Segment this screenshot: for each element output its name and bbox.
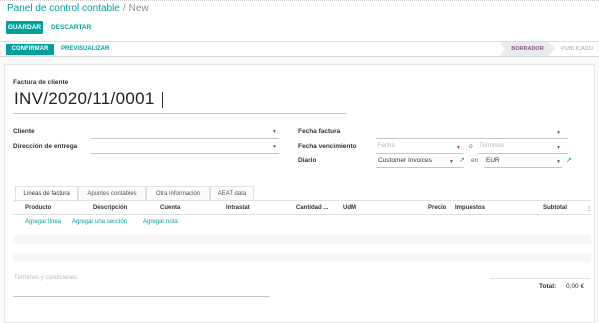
delivery-address-label: Dirección de entrega <box>13 143 78 150</box>
delivery-address-input[interactable] <box>91 153 279 154</box>
chevron-down-icon[interactable]: ▼ <box>449 159 454 165</box>
customer-input[interactable] <box>91 138 279 139</box>
breadcrumb-parent-link[interactable]: Panel de control contable <box>7 3 120 14</box>
control-panel: Panel de control contable / New GUARDAR DE… <box>0 0 599 41</box>
document-name-input[interactable]: INV/2020/11/0001 <box>14 89 155 109</box>
tabs-divider <box>13 200 591 201</box>
chevron-down-icon[interactable]: ▼ <box>272 144 277 150</box>
customer-label: Cliente <box>13 128 35 135</box>
due-date-underline <box>376 153 464 154</box>
document-type-label: Factura de cliente <box>13 79 69 86</box>
currency-select[interactable]: EUR <box>486 157 500 164</box>
chevron-down-icon[interactable]: ▼ <box>456 145 461 151</box>
tab-aeat-data[interactable]: AEAT data <box>210 186 254 201</box>
column-header-description[interactable]: Descripción <box>93 205 127 211</box>
or-text: o <box>469 143 473 150</box>
due-date-input[interactable]: Fecha <box>378 143 395 149</box>
due-date-label: Fecha vencimiento <box>298 143 357 150</box>
tab-other-info[interactable]: Otra información <box>146 186 210 201</box>
terms-conditions-input[interactable]: Términos y condiciones <box>14 275 77 281</box>
total-value: 0,00 € <box>566 283 585 290</box>
add-note-link[interactable]: Agregar nota <box>143 219 178 225</box>
invoice-date-input[interactable] <box>376 138 568 139</box>
text-cursor <box>162 92 163 108</box>
chevron-down-icon[interactable]: ▼ <box>556 159 561 165</box>
tab-journal-items[interactable]: Apuntes contables <box>78 186 146 201</box>
column-header-product[interactable]: Producto <box>25 205 51 211</box>
column-options-icon[interactable]: ⋮ <box>586 205 592 212</box>
discard-button[interactable]: DESCARTAR <box>51 21 91 34</box>
column-header-account[interactable]: Cuenta <box>160 205 180 211</box>
journal-label: Diario <box>298 157 317 164</box>
in-text: en <box>471 157 479 164</box>
table-header-divider <box>13 214 591 215</box>
column-header-uom[interactable]: UdM <box>343 205 356 211</box>
breadcrumb-current: New <box>128 3 149 14</box>
total-divider <box>490 278 590 279</box>
table-empty-row <box>13 253 591 262</box>
document-name-underline <box>13 113 346 114</box>
invoice-date-label: Fecha factura <box>298 128 341 135</box>
external-link-icon[interactable]: ↗ <box>566 156 572 164</box>
confirm-button[interactable]: CONFIRMAR <box>6 44 54 55</box>
journal-underline <box>376 167 464 168</box>
chevron-down-icon[interactable]: ▼ <box>272 129 277 135</box>
add-line-link[interactable]: Agregar línea <box>25 219 61 225</box>
external-link-icon[interactable]: ↗ <box>459 156 465 164</box>
add-section-link[interactable]: Agregar una sección <box>72 219 127 225</box>
payment-terms-input[interactable]: Términos <box>479 143 504 149</box>
preview-button[interactable]: PREVISUALIZAR <box>61 44 109 55</box>
stage-draft: BORRADOR <box>500 42 555 56</box>
column-header-subtotal[interactable]: Subtotal <box>543 205 567 211</box>
breadcrumb-separator: / <box>122 3 126 14</box>
chevron-down-icon[interactable]: ▼ <box>556 145 561 151</box>
column-header-price[interactable]: Precio <box>428 205 446 211</box>
column-header-taxes[interactable]: Impuestos <box>455 205 485 211</box>
status-bar: CONFIRMAR PREVISUALIZAR BORRADOR PUBLICA… <box>0 41 599 57</box>
chevron-down-icon[interactable]: ▼ <box>556 130 561 136</box>
column-header-quantity[interactable]: Cantidad ... <box>296 205 328 211</box>
breadcrumb: Panel de control contable / New <box>7 3 149 14</box>
journal-select[interactable]: Customer Invoices <box>378 157 432 164</box>
save-button[interactable]: GUARDAR <box>6 21 43 34</box>
stage-posted[interactable]: PUBLICADO <box>555 42 599 56</box>
table-empty-row <box>13 235 591 244</box>
currency-underline <box>484 167 562 168</box>
payment-terms-underline <box>478 153 568 154</box>
total-label: Total: <box>539 283 557 290</box>
column-header-intrastat[interactable]: Intrastat <box>226 205 250 211</box>
terms-underline <box>13 296 270 297</box>
